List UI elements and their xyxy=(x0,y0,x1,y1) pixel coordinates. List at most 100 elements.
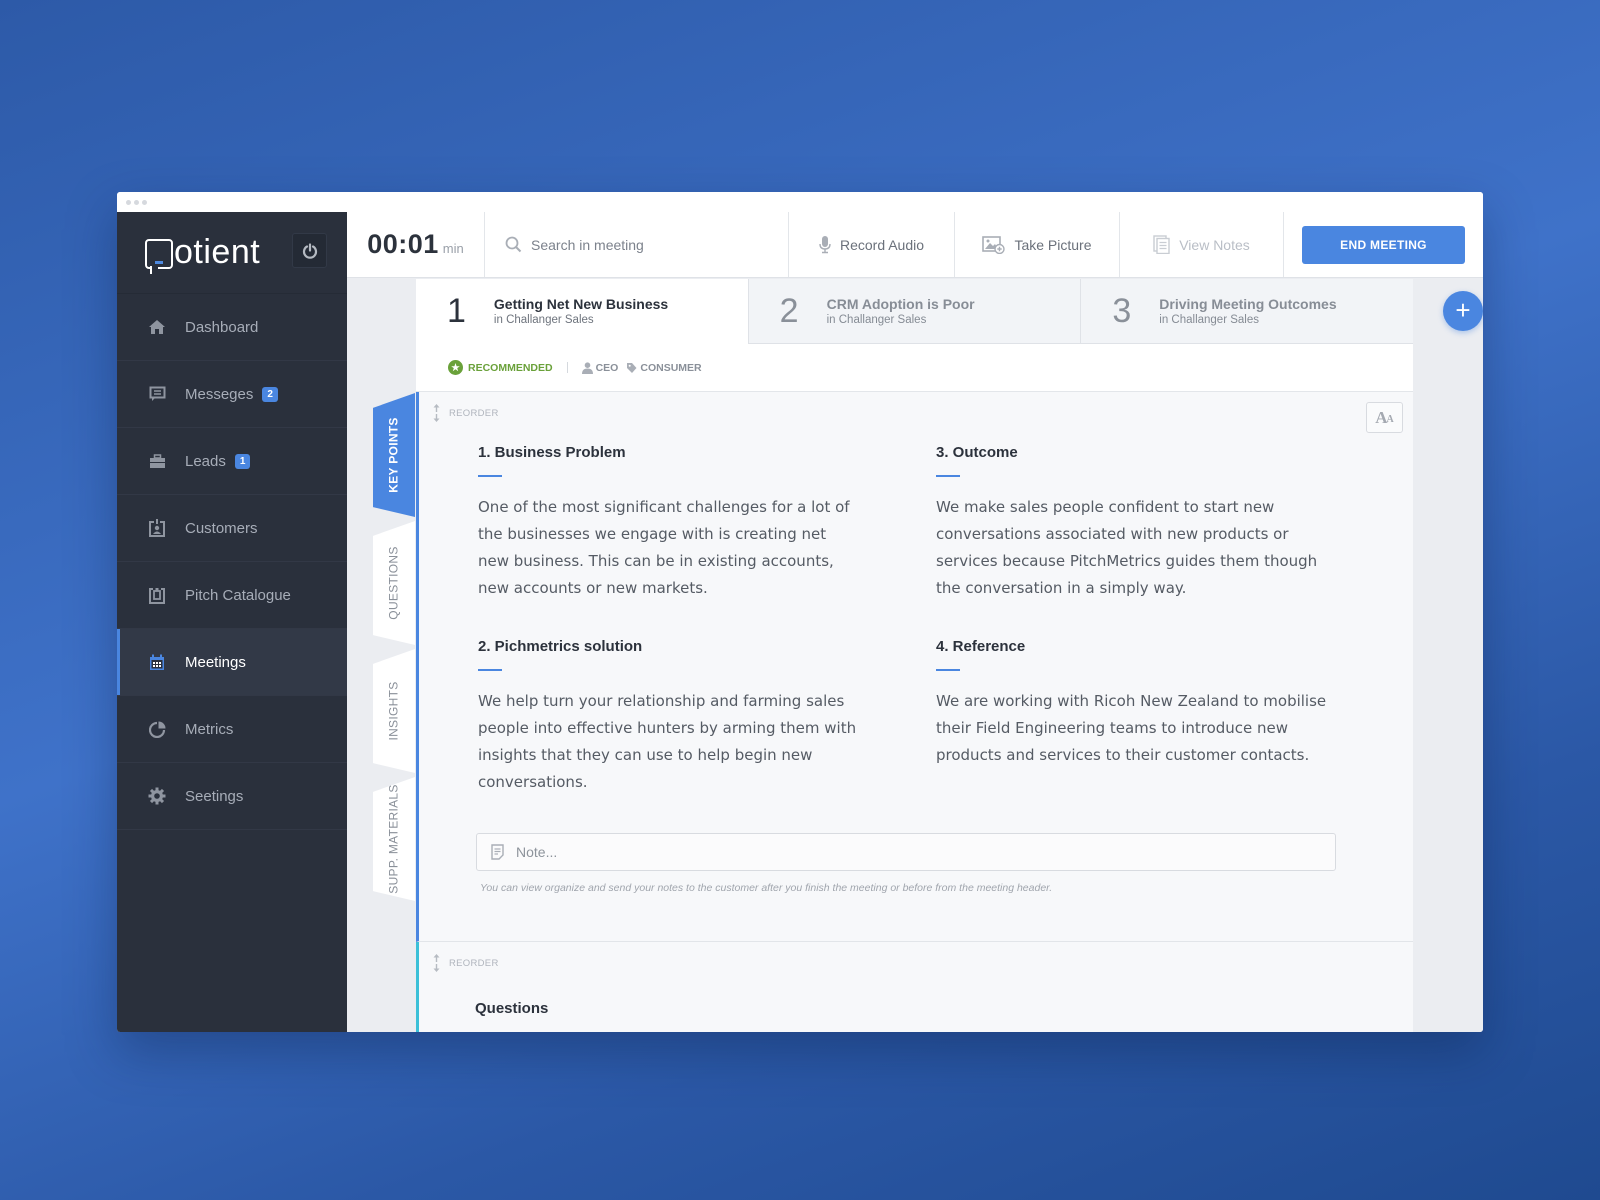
end-meeting-button[interactable]: END MEETING xyxy=(1302,225,1465,264)
divider xyxy=(566,362,568,373)
key-point-text: We make sales people confident to start … xyxy=(936,498,1318,597)
sidebar-item-label: Pitch Catalogue xyxy=(185,586,291,604)
pie-chart-icon xyxy=(147,719,167,739)
search-box xyxy=(485,212,789,277)
tab-insights[interactable]: INSIGHTS xyxy=(373,649,415,773)
key-points-section: REORDER AA 1. Business Problem One of th… xyxy=(416,392,1413,942)
questions-title: Questions xyxy=(475,1000,549,1017)
search-input[interactable] xyxy=(531,236,761,253)
key-point: 4. Reference We are working with Ricoh N… xyxy=(936,638,1348,796)
topic-tabs: 1 Getting Net New Business in Challanger… xyxy=(416,279,1413,344)
key-point: 2. Pichmetrics solution We help turn you… xyxy=(478,638,936,796)
sidebar-item-pitch-catalogue[interactable]: Pitch Catalogue xyxy=(117,562,347,629)
meeting-content: KEY POINTS QUESTIONS INSIGHTS SUPP. MATE… xyxy=(347,279,1483,1032)
title-underline xyxy=(936,475,960,477)
topic-tab-2[interactable]: 2 CRM Adoption is Poor in Challanger Sal… xyxy=(747,279,1081,343)
message-icon xyxy=(147,384,167,404)
tab-supp-materials[interactable]: SUPP. MATERIALS xyxy=(373,777,415,901)
leads-count-badge: 1 xyxy=(234,453,251,469)
id-badge-icon xyxy=(147,518,167,538)
segment-label: CONSUMER xyxy=(640,361,702,374)
gear-icon xyxy=(147,786,167,806)
sidebar-item-label: Customers xyxy=(185,519,258,537)
tag-icon xyxy=(627,362,637,373)
power-button[interactable] xyxy=(292,233,327,268)
tab-label: QUESTIONS xyxy=(387,546,402,620)
power-icon xyxy=(302,242,317,259)
font-size-button[interactable]: AA xyxy=(1366,402,1403,433)
reorder-arrows-icon xyxy=(433,404,440,422)
reorder-handle[interactable]: REORDER xyxy=(433,404,499,422)
key-point-title: 3. Outcome xyxy=(936,444,1018,461)
title-underline xyxy=(936,669,960,671)
tab-questions[interactable]: QUESTIONS xyxy=(373,521,415,645)
recommended-label: RECOMMENDED xyxy=(468,361,553,374)
notes-icon xyxy=(1153,235,1170,254)
font-size-icon-small: A xyxy=(1386,414,1394,425)
app-window: otient Dashboard Messeges 2 Leads 1 Cust… xyxy=(117,192,1483,1032)
sidebar-item-label: Metrics xyxy=(185,720,234,738)
app-name: otient xyxy=(174,233,261,271)
app-logo[interactable]: otient xyxy=(145,233,261,274)
key-point-title: 4. Reference xyxy=(936,638,1026,655)
star-badge-icon xyxy=(448,360,463,375)
reorder-handle[interactable]: REORDER xyxy=(433,954,499,972)
reorder-arrows-icon xyxy=(433,954,440,972)
role-tag: CEO xyxy=(581,361,619,374)
role-label: CEO xyxy=(595,361,619,374)
user-icon xyxy=(581,361,593,374)
record-audio-button[interactable]: Record Audio xyxy=(789,212,955,277)
topic-number: 3 xyxy=(1112,291,1132,330)
topic-tab-3[interactable]: 3 Driving Meeting Outcomes in Challanger… xyxy=(1080,279,1413,343)
window-controls[interactable] xyxy=(126,200,147,205)
add-topic-button[interactable]: + xyxy=(1443,291,1483,331)
topic-subtitle: in Challanger Sales xyxy=(493,314,594,326)
topic-number: 2 xyxy=(779,291,799,330)
key-point-text: We are working with Ricoh New Zealand to… xyxy=(936,692,1327,764)
sidebar-item-label: Leads xyxy=(185,452,226,470)
messages-count-badge: 2 xyxy=(262,386,278,402)
view-notes-button[interactable]: View Notes xyxy=(1120,212,1284,277)
meeting-toolbar: 00:01 min Record Audio Take Picture View… xyxy=(347,212,1483,278)
topic-pane: 1 Getting Net New Business in Challanger… xyxy=(416,279,1483,1032)
key-point-text: We help turn your relationship and farmi… xyxy=(478,692,857,791)
sidebar-item-meetings[interactable]: Meetings xyxy=(117,629,347,696)
tab-key-points[interactable]: KEY POINTS xyxy=(373,393,415,517)
reorder-label: REORDER xyxy=(449,957,499,969)
meeting-timer: 00:01 min xyxy=(347,212,485,277)
sidebar-item-label: Messeges xyxy=(185,385,254,403)
sidebar-item-customers[interactable]: Customers xyxy=(117,495,347,562)
title-underline xyxy=(478,669,502,671)
reorder-label: REORDER xyxy=(449,407,499,419)
take-picture-button[interactable]: Take Picture xyxy=(955,212,1120,277)
key-point: 1. Business Problem One of the most sign… xyxy=(478,444,936,602)
title-underline xyxy=(478,475,502,477)
note-icon xyxy=(491,844,504,860)
sidebar-item-label: Seetings xyxy=(185,787,244,805)
topic-title: CRM Adoption is Poor xyxy=(826,296,975,312)
note-field xyxy=(476,833,1336,871)
timer-unit: min xyxy=(442,241,464,256)
home-icon xyxy=(147,317,167,337)
sidebar: otient Dashboard Messeges 2 Leads 1 Cust… xyxy=(117,212,347,1032)
sidebar-item-settings[interactable]: Seetings xyxy=(117,763,347,830)
sidebar-item-leads[interactable]: Leads 1 xyxy=(117,428,347,495)
logo-row: otient xyxy=(117,212,347,294)
briefcase-icon xyxy=(147,451,167,471)
topic-tab-1[interactable]: 1 Getting Net New Business in Challanger… xyxy=(416,279,748,344)
microphone-icon xyxy=(819,236,831,254)
logo-mark-icon xyxy=(145,239,173,274)
sidebar-item-dashboard[interactable]: Dashboard xyxy=(117,294,347,361)
note-input[interactable] xyxy=(516,844,1296,860)
calendar-icon xyxy=(147,652,167,672)
segment-tag: CONSUMER xyxy=(626,361,702,374)
timer-value: 00:01 xyxy=(367,229,439,259)
clipboard-icon xyxy=(147,585,167,605)
questions-section: REORDER Questions xyxy=(416,942,1413,1032)
sidebar-item-label: Meetings xyxy=(185,653,246,671)
tab-label: KEY POINTS xyxy=(387,417,401,493)
key-point-text: One of the most significant challenges f… xyxy=(478,498,850,597)
sidebar-item-metrics[interactable]: Metrics xyxy=(117,696,347,763)
topic-meta: RECOMMENDED CEO CONSUMER xyxy=(416,344,1413,392)
sidebar-item-messages[interactable]: Messeges 2 xyxy=(117,361,347,428)
